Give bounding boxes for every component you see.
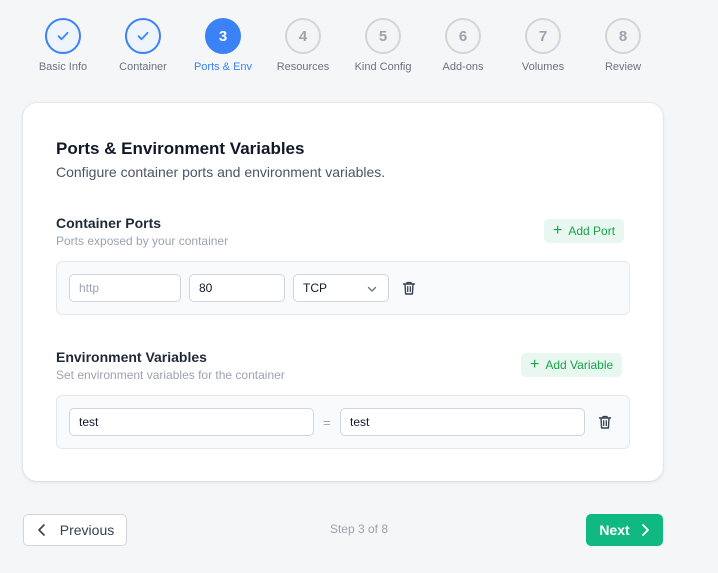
step-number: 4	[285, 18, 321, 54]
env-section-subtitle: Set environment variables for the contai…	[56, 368, 285, 382]
step-basic-info[interactable]: Basic Info	[23, 18, 103, 73]
step-label: Volumes	[521, 61, 565, 73]
card-title: Ports & Environment Variables	[56, 139, 305, 158]
ports-env-card: Ports & Environment Variables Configure …	[23, 103, 663, 481]
env-section-title: Environment Variables	[56, 349, 207, 365]
step-circle	[45, 18, 81, 54]
port-number-input[interactable]: 80	[189, 274, 285, 302]
add-variable-label: Add Variable	[545, 358, 614, 372]
chevron-down-icon	[367, 286, 377, 292]
step-label: Review	[604, 61, 642, 73]
port-name-input[interactable]	[69, 274, 181, 302]
env-key-input[interactable]: test	[69, 408, 314, 436]
step-label: Add-ons	[442, 61, 484, 73]
card-subtitle: Configure container ports and environmen…	[56, 164, 386, 180]
step-number: 6	[445, 18, 481, 54]
check-icon	[57, 31, 69, 41]
step-label: Basic Info	[38, 61, 88, 73]
step-volumes[interactable]: 7 Volumes	[503, 18, 583, 73]
step-label: Container	[119, 61, 167, 73]
ports-section-subtitle: Ports exposed by your container	[56, 234, 229, 248]
plus-icon: +	[530, 356, 540, 373]
step-add-ons[interactable]: 6 Add-ons	[423, 18, 503, 73]
check-icon	[137, 31, 149, 41]
step-resources[interactable]: 4 Resources	[263, 18, 343, 73]
step-number: 7	[525, 18, 561, 54]
step-number: 5	[365, 18, 401, 54]
protocol-select[interactable]: TCP	[293, 274, 389, 302]
wizard-stepper: Basic Info Container 3 Ports & Env 4 Res…	[23, 18, 663, 74]
step-number: 3	[205, 18, 241, 54]
step-review[interactable]: 8 Review	[583, 18, 663, 73]
step-kind-config[interactable]: 5 Kind Config	[343, 18, 423, 73]
add-port-button[interactable]: + Add Port	[544, 219, 625, 243]
step-label: Resources	[276, 61, 330, 73]
env-value-input[interactable]: test	[340, 408, 585, 436]
next-button[interactable]: Next	[586, 514, 663, 546]
step-ports-env[interactable]: 3 Ports & Env	[183, 18, 263, 73]
delete-variable-icon[interactable]	[597, 414, 613, 430]
port-row: 80 TCP	[56, 261, 630, 315]
step-label: Kind Config	[354, 61, 412, 73]
ports-section-title: Container Ports	[56, 215, 162, 231]
step-number: 8	[605, 18, 641, 54]
step-container[interactable]: Container	[103, 18, 183, 73]
plus-icon: +	[553, 222, 563, 239]
delete-port-icon[interactable]	[401, 280, 417, 296]
step-label: Ports & Env	[193, 61, 253, 73]
add-port-label: Add Port	[568, 224, 616, 238]
equals-sign: =	[323, 415, 331, 430]
step-circle	[125, 18, 161, 54]
add-variable-button[interactable]: + Add Variable	[521, 353, 623, 377]
protocol-value: TCP	[303, 281, 327, 295]
next-label: Next	[599, 522, 630, 538]
chevron-right-icon	[641, 524, 649, 536]
env-row: test = test	[56, 395, 630, 449]
